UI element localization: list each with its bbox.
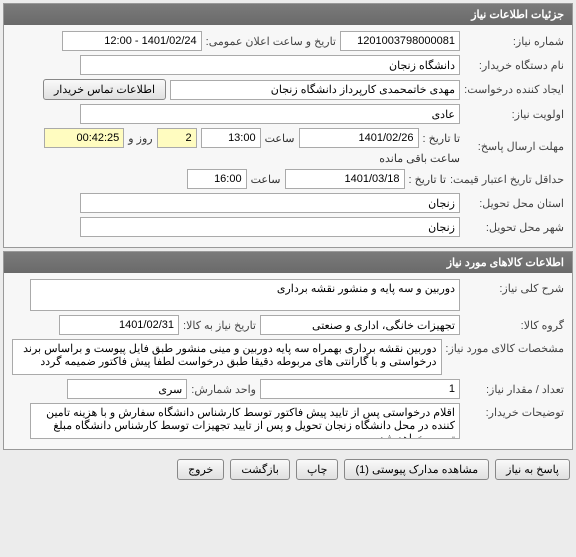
city-field[interactable] [80,217,460,237]
priority-label: اولویت نیاز: [464,108,564,121]
credit-time-field[interactable] [187,169,247,189]
days-remaining-field[interactable] [157,128,197,148]
group-label: گروه کالا: [464,319,564,332]
unit-field[interactable] [67,379,187,399]
announce-field[interactable] [62,31,202,51]
button-bar: پاسخ به نیاز مشاهده مدارک پیوستی (1) چاپ… [0,453,576,486]
need-details-panel: جزئیات اطلاعات نیاز شماره نیاز: تاریخ و … [3,3,573,248]
panel2-title: اطلاعات کالاهای مورد نیاز [4,252,572,273]
need-date-field[interactable] [59,315,179,335]
deadline-date-field[interactable] [299,128,419,148]
deadline-time-label: ساعت [265,132,295,145]
buyer-field[interactable] [80,55,460,75]
panel1-body: شماره نیاز: تاریخ و ساعت اعلان عمومی: نا… [4,25,572,247]
need-no-label: شماره نیاز: [464,35,564,48]
remaining-label: ساعت باقی مانده [379,152,460,165]
buyer-note-label: توضیحات خریدار: [464,403,564,419]
buyer-note-field[interactable] [30,403,460,439]
panel1-title: جزئیات اطلاعات نیاز [4,4,572,25]
province-label: استان محل تحویل: [464,197,564,210]
view-attachments-button[interactable]: مشاهده مدارک پیوستی (1) [344,459,489,480]
to-date-label: تا تاریخ : [423,132,460,145]
spec-label: مشخصات کالای مورد نیاز: [446,339,564,355]
desc-field[interactable] [30,279,460,311]
spec-field[interactable] [12,339,442,375]
priority-field[interactable] [80,104,460,124]
exit-button[interactable]: خروج [177,459,224,480]
credit-date-field[interactable] [285,169,405,189]
need-no-field[interactable] [340,31,460,51]
creator-label: ایجاد کننده درخواست: [464,83,564,96]
buyer-contact-button[interactable]: اطلاعات تماس خریدار [43,79,166,100]
credit-to-date-label: تا تاریخ : [409,173,446,186]
goods-info-panel: اطلاعات کالاهای مورد نیاز شرح کلی نیاز: … [3,251,573,450]
qty-field[interactable] [260,379,460,399]
panel2-body: شرح کلی نیاز: گروه کالا: تاریخ نیاز به ک… [4,273,572,449]
min-credit-label: حداقل تاریخ اعتبار قیمت: [450,173,564,186]
group-field[interactable] [260,315,460,335]
deadline-time-field[interactable] [201,128,261,148]
city-label: شهر محل تحویل: [464,221,564,234]
deadline-label: مهلت ارسال پاسخ: [464,140,564,153]
announce-label: تاریخ و ساعت اعلان عمومی: [206,35,336,48]
print-button[interactable]: چاپ [296,459,339,480]
countdown-field[interactable] [44,128,124,148]
unit-label: واحد شمارش: [191,383,256,396]
credit-time-label: ساعت [251,173,281,186]
creator-field[interactable] [170,80,460,100]
qty-label: تعداد / مقدار نیاز: [464,383,564,396]
respond-button[interactable]: پاسخ به نیاز [495,459,570,480]
province-field[interactable] [80,193,460,213]
back-button[interactable]: بازگشت [230,459,290,480]
buyer-label: نام دستگاه خریدار: [464,59,564,72]
days-and-label: روز و [128,132,152,145]
desc-label: شرح کلی نیاز: [464,279,564,295]
need-date-label: تاریخ نیاز به کالا: [183,319,256,332]
